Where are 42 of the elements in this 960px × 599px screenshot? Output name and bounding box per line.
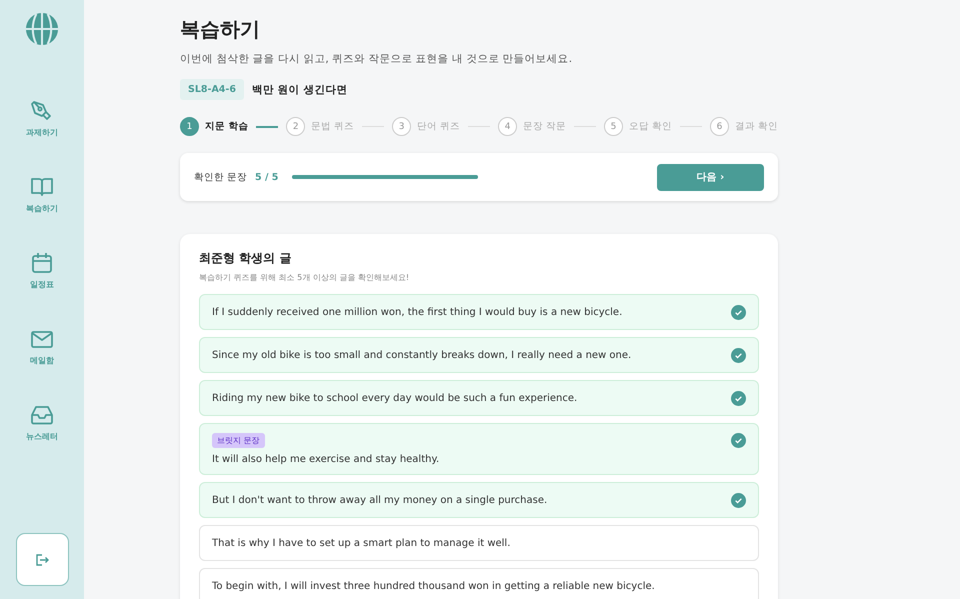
sentence-row[interactable]: Since my old bike is too small and constantly breaks down, I really need a new one. [199,337,759,373]
step-tab[interactable]: 3 단어 퀴즈 [392,117,460,136]
page-subtitle: 이번에 첨삭한 글을 다시 읽고, 퀴즈와 작문으로 표현을 내 것으로 만들어보세요. [180,52,574,66]
calendar-icon [30,251,54,275]
sentence-text: If I suddenly received one million won, the first thing I would buy is a new bicycle. [212,306,622,318]
step-tab[interactable]: 4 문장 작문 [498,117,566,136]
card-title: 최준형 학생의 글 [199,250,292,267]
sentence-text: That is why I have to set up a smart plan to manage it well. [212,538,510,548]
sidebar-nav-item[interactable]: 일정표 [30,251,54,290]
sidebar-nav-item[interactable]: 뉴스레터 [26,403,58,442]
sentence-text: But I don't want to throw away all my money on a single purchase. [212,494,548,506]
topic-title: 백만 원이 생긴다면 [252,82,348,96]
sidebar-nav-item[interactable]: 복습하기 [26,175,58,214]
sentence-row[interactable]: That is why I have to set up a smart plan to manage it well. [199,525,759,561]
lesson-code-tag: SL8-A4-6 [180,79,244,100]
page-title: 복습하기 [180,16,261,43]
step-tab[interactable]: 5 오답 확인 [604,117,672,136]
sentence-tag: 브릿지 문장 [212,433,265,448]
logout-button[interactable] [16,533,68,586]
logout-icon [35,552,49,566]
sentence-text: Riding my new bike to school every day would be such a fun experience. [212,392,578,404]
sentence-row[interactable]: Riding my new bike to school every day would be such a fun experience. [199,380,759,416]
step-tab[interactable]: 1 지문 학습 [180,117,248,136]
sentence-row[interactable]: To begin with, I will invest three hundred thousand won in getting a reliable new bicycle. [199,568,759,599]
sentence-text: To begin with, I will invest three hundred thousand won in getting a reliable new bicycle. [212,580,655,592]
sentence-text: Since my old bike is too small and constantly breaks down, I really need a new one. [212,350,632,360]
inbox-tray-icon [30,403,54,427]
sentence-text: It will also help me exercise and stay healthy. [212,454,440,465]
card-subtitle: 복습하기 퀴즈를 위해 최소 5개 이상의 글을 확인해보세요! [199,272,410,283]
step-tab[interactable]: 2 문법 퀴즈 [286,117,354,136]
next-button[interactable]: 다음 › [657,164,764,190]
sidebar-nav-item[interactable]: 과제하기 [26,99,58,138]
sidebar-nav-item[interactable]: 메일함 [30,327,54,366]
pen-nib-icon [30,99,54,123]
sentence-row[interactable]: If I suddenly received one million won, the first thing I would buy is a new bicycle. [199,294,759,330]
sentence-row[interactable]: But I don't want to throw away all my money on a single purchase. [199,482,759,518]
step-tab[interactable]: 6 결과 확인 [710,117,778,136]
sentence-row[interactable]: 브릿지 문장 It will also help me exercise and stay healthy. [199,423,759,475]
progress-count: 5 / 5 [255,172,278,182]
globe-logo-icon [25,12,59,46]
open-book-icon [30,175,54,199]
progress-label: 확인한 문장 [194,170,248,184]
